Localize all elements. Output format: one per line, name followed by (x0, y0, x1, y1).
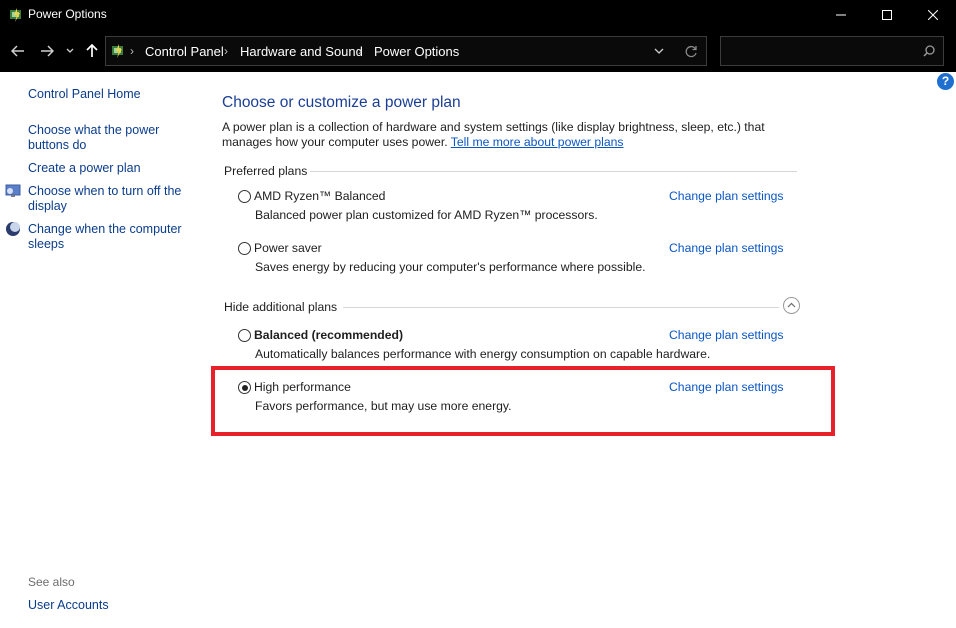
forward-button[interactable] (36, 40, 58, 62)
navigation-bar: › Control Panel › Hardware and Sound › P… (0, 30, 956, 72)
user-accounts-link[interactable]: User Accounts (28, 598, 198, 613)
maximize-icon (882, 10, 892, 20)
breadcrumb-hardware-and-sound[interactable]: Hardware and Sound (240, 44, 363, 59)
refresh-icon[interactable] (685, 45, 698, 58)
maximize-button[interactable] (864, 0, 910, 30)
plan-description: Balanced power plan customized for AMD R… (255, 208, 598, 222)
minimize-button[interactable] (818, 0, 864, 30)
plan-name-amd-ryzen-balanced[interactable]: AMD Ryzen™ Balanced (254, 189, 385, 203)
back-button[interactable] (7, 40, 29, 62)
close-icon (928, 10, 938, 20)
plan-name-power-saver[interactable]: Power saver (254, 241, 322, 255)
help-icon: ? (941, 74, 950, 88)
address-bar[interactable]: › Control Panel › Hardware and Sound › P… (105, 36, 707, 66)
search-input[interactable] (720, 36, 944, 66)
change-plan-settings-link[interactable]: Change plan settings (669, 328, 784, 342)
radio-amd-ryzen-balanced[interactable] (238, 190, 251, 203)
plan-description: Automatically balances performance with … (255, 347, 711, 361)
recent-locations-button[interactable] (62, 40, 78, 62)
group-divider (310, 171, 797, 172)
page-description: A power plan is a collection of hardware… (222, 120, 812, 150)
power-options-icon (10, 8, 21, 22)
collapse-additional-plans-button[interactable] (783, 297, 800, 314)
display-icon (5, 184, 21, 197)
back-arrow-icon (11, 45, 24, 57)
preferred-plans-label: Preferred plans (224, 164, 308, 178)
breadcrumb-separator-icon: › (130, 44, 134, 58)
help-button[interactable]: ? (937, 73, 954, 90)
chevron-up-icon (787, 302, 796, 308)
control-panel-home-link[interactable]: Control Panel Home (28, 87, 198, 102)
breadcrumb-power-options[interactable]: Power Options (374, 44, 459, 59)
minimize-icon (836, 14, 846, 16)
control-panel-icon (112, 44, 123, 58)
close-button[interactable] (910, 0, 956, 30)
change-plan-settings-link[interactable]: Change plan settings (669, 189, 784, 203)
breadcrumb-separator-icon: › (224, 44, 228, 58)
breadcrumb-separator-icon: › (358, 44, 362, 58)
plan-description: Saves energy by reducing your computer's… (255, 260, 646, 274)
window-title: Power Options (28, 7, 107, 21)
page-title: Choose or customize a power plan (222, 94, 461, 111)
chevron-down-icon (66, 48, 74, 53)
up-button[interactable] (81, 40, 103, 62)
sidebar-link-turn-off-display[interactable]: Choose when to turn off the display (28, 184, 188, 214)
tell-me-more-link[interactable]: Tell me more about power plans (451, 135, 624, 149)
search-icon[interactable] (923, 45, 935, 57)
sidebar-link-create-plan[interactable]: Create a power plan (28, 161, 198, 176)
radio-power-saver[interactable] (238, 242, 251, 255)
radio-balanced-recommended[interactable] (238, 329, 251, 342)
sidebar-link-computer-sleeps[interactable]: Change when the computer sleeps (28, 222, 188, 252)
sidebar-link-power-buttons[interactable]: Choose what the power buttons do (28, 123, 168, 153)
sleep-icon (6, 222, 20, 236)
see-also-label: See also (28, 575, 75, 589)
group-divider (343, 307, 779, 308)
plan-name-balanced-recommended[interactable]: Balanced (recommended) (254, 328, 403, 342)
up-arrow-icon (86, 44, 98, 57)
breadcrumb-control-panel[interactable]: Control Panel (145, 44, 224, 59)
hide-additional-plans-label[interactable]: Hide additional plans (224, 300, 337, 314)
change-plan-settings-link[interactable]: Change plan settings (669, 241, 784, 255)
address-dropdown-icon[interactable] (654, 48, 664, 55)
highlight-box (211, 366, 835, 436)
title-bar: Power Options (0, 0, 956, 30)
forward-arrow-icon (41, 45, 54, 57)
